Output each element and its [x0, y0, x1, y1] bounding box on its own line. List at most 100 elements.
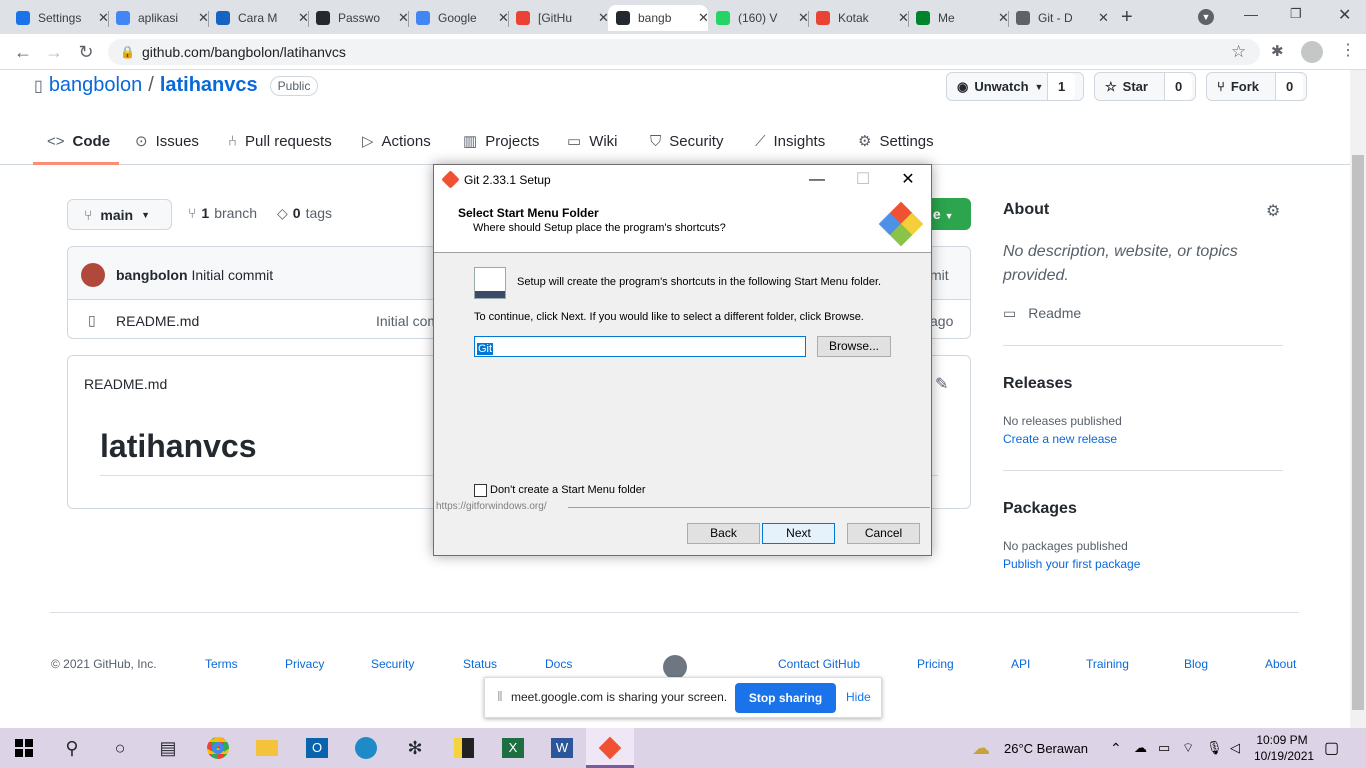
dialog-title-bar[interactable]: Git 2.33.1 Setup — ☐ ✕ [434, 165, 931, 195]
tab-close-icon[interactable]: ✕ [398, 10, 408, 26]
cortana-icon[interactable]: ○ [106, 734, 134, 762]
browser-tab[interactable]: (160) V ✕ [708, 5, 808, 31]
tab-close-icon[interactable]: ✕ [98, 10, 108, 26]
file-explorer-icon[interactable] [253, 734, 281, 762]
tab-close-icon[interactable]: ✕ [498, 10, 508, 26]
commit-message[interactable]: Initial commit [191, 267, 273, 283]
forward-arrow-icon[interactable]: → [43, 42, 65, 63]
hide-button[interactable]: Hide [846, 690, 871, 704]
tab-actions[interactable]: ▷ Actions [362, 126, 431, 156]
tab-close-icon[interactable]: ✕ [298, 10, 308, 26]
new-tab-button[interactable]: + [1121, 6, 1133, 29]
drag-handle-icon[interactable]: ‖ [497, 688, 503, 704]
network-icon[interactable]: ⌔ [1182, 740, 1194, 756]
edit-pencil-icon[interactable]: ✎ [935, 374, 948, 394]
edge-icon[interactable] [352, 734, 380, 762]
footer-security[interactable]: Security [371, 657, 414, 671]
star-button[interactable]: ☆ Star 0 [1094, 72, 1196, 101]
footer-pricing[interactable]: Pricing [917, 657, 954, 671]
profile-avatar[interactable] [1301, 41, 1323, 63]
scrollbar-thumb[interactable] [1352, 155, 1364, 710]
tab-code[interactable]: <> Code [47, 126, 110, 156]
commit-count-partial[interactable]: mit [930, 267, 949, 283]
tab-close-icon[interactable]: ✕ [698, 10, 708, 26]
tags-link[interactable]: ◇ 0 tags [277, 205, 332, 222]
window-close-icon[interactable]: ✕ [1338, 5, 1351, 25]
footer-privacy[interactable]: Privacy [285, 657, 324, 671]
footer-terms[interactable]: Terms [205, 657, 238, 671]
github-logo-icon[interactable] [663, 655, 687, 679]
weather-icon[interactable]: ☁ [972, 738, 990, 759]
browser-tab[interactable]: Settings ✕ [8, 5, 108, 31]
repo-name-link[interactable]: latihanvcs [160, 74, 258, 97]
search-icon[interactable]: ⚲ [58, 734, 86, 762]
url-field[interactable]: 🔒 github.com/bangbolon/latihanvcs [108, 39, 1260, 65]
footer-status[interactable]: Status [463, 657, 497, 671]
tab-wiki[interactable]: ▭ Wiki [567, 126, 618, 156]
repo-owner-link[interactable]: bangbolon [49, 74, 142, 97]
extensions-icon[interactable]: ✱ [1271, 42, 1284, 60]
gear-icon[interactable]: ⚙ [1266, 201, 1280, 221]
checkbox-label[interactable]: Don't create a Start Menu folder [490, 484, 646, 496]
browser-tab[interactable]: Passwo ✕ [308, 5, 408, 31]
no-folder-checkbox[interactable] [474, 484, 487, 497]
task-view-icon[interactable]: ▤ [154, 734, 182, 762]
footer-api[interactable]: API [1011, 657, 1030, 671]
reload-icon[interactable]: ↻ [75, 42, 97, 63]
restore-icon[interactable]: ❐ [1290, 6, 1302, 22]
tab-search-icon[interactable]: ▼ [1198, 9, 1214, 25]
cancel-button[interactable]: Cancel [847, 523, 920, 544]
file-name-link[interactable]: README.md [116, 313, 199, 329]
bookmark-star-icon[interactable]: ☆ [1231, 42, 1246, 62]
stop-sharing-button[interactable]: Stop sharing [735, 683, 836, 713]
browser-tab[interactable]: [GitHu ✕ [508, 5, 608, 31]
publish-package-link[interactable]: Publish your first package [1003, 557, 1140, 571]
file-commit-message[interactable]: Initial com [376, 313, 439, 329]
footer-training[interactable]: Training [1086, 657, 1129, 671]
weather-text[interactable]: 26°C Berawan [1004, 741, 1088, 756]
battery-icon[interactable]: ▭ [1158, 740, 1170, 756]
watch-count[interactable]: 1 [1048, 73, 1076, 100]
browser-tab[interactable]: bangb ✕ [608, 5, 708, 31]
folder-name-input[interactable]: Git [474, 336, 806, 357]
tab-close-icon[interactable]: ✕ [198, 10, 208, 26]
avatar[interactable] [81, 263, 105, 287]
readme-link[interactable]: ▭ Readme [1003, 305, 1081, 322]
chrome-icon[interactable] [204, 734, 232, 762]
outlook-icon[interactable]: O [303, 734, 331, 762]
sticky-notes-icon[interactable] [450, 734, 478, 762]
volume-icon[interactable]: ◁ [1230, 740, 1240, 756]
microphone-icon[interactable]: 🎙 [1206, 740, 1223, 756]
minimize-icon[interactable]: — [1244, 6, 1258, 22]
browser-tab[interactable]: Cara M ✕ [208, 5, 308, 31]
browse-button[interactable]: Browse... [817, 336, 891, 357]
footer-about[interactable]: About [1265, 657, 1296, 671]
browser-tab[interactable]: Kotak ✕ [808, 5, 908, 31]
back-button[interactable]: Back [687, 523, 760, 544]
windows-start-icon[interactable] [10, 734, 38, 762]
back-arrow-icon[interactable]: ← [12, 42, 34, 63]
clock[interactable]: 10:09 PM 10/19/2021 [1254, 733, 1314, 763]
browser-tab[interactable]: Me ✕ [908, 5, 1008, 31]
browser-tab[interactable]: aplikasi ✕ [108, 5, 208, 31]
commit-author[interactable]: bangbolon [116, 267, 188, 283]
tab-insights[interactable]: ⟋ Insights [755, 126, 825, 156]
browser-tab[interactable]: Git - D ✕ [1008, 5, 1108, 31]
next-button[interactable]: Next [762, 523, 835, 544]
star-count[interactable]: 0 [1165, 73, 1193, 100]
footer-docs[interactable]: Docs [545, 657, 572, 671]
menu-dots-icon[interactable]: ⋮ [1340, 40, 1356, 60]
tab-pull-requests[interactable]: ⑃ Pull requests [228, 126, 332, 156]
footer-contact[interactable]: Contact GitHub [778, 657, 860, 671]
dialog-close-icon[interactable]: ✕ [885, 165, 931, 195]
tab-close-icon[interactable]: ✕ [598, 10, 608, 26]
chevron-up-icon[interactable]: ⌃ [1110, 740, 1122, 757]
word-icon[interactable]: W [548, 734, 576, 762]
tab-close-icon[interactable]: ✕ [998, 10, 1008, 26]
fork-button[interactable]: ⑂ Fork 0 [1206, 72, 1307, 101]
fork-count[interactable]: 0 [1276, 73, 1304, 100]
tab-close-icon[interactable]: ✕ [798, 10, 808, 26]
excel-icon[interactable]: X [499, 734, 527, 762]
tab-close-icon[interactable]: ✕ [898, 10, 908, 26]
app-icon[interactable]: ✻ [401, 734, 429, 762]
